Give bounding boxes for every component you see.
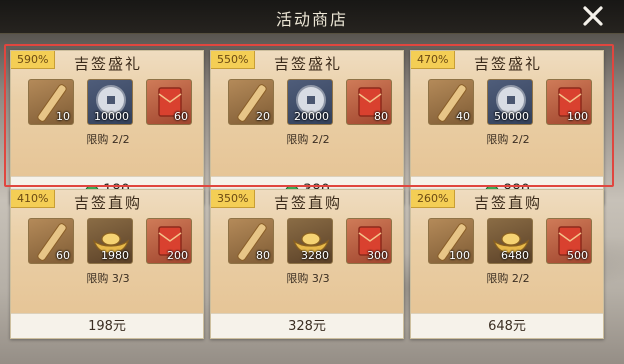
item-qty: 60	[56, 249, 70, 262]
item-qty: 100	[449, 249, 470, 262]
direct-pack-card[interactable]: 350% 吉签直购 80 3280 300 限购 3/3 328元	[210, 189, 404, 339]
item-qty: 10000	[94, 110, 129, 123]
item-slot[interactable]: 6480	[487, 218, 533, 264]
pack-title: 吉签盛礼	[73, 55, 142, 73]
item-qty: 3280	[301, 249, 329, 262]
purchase-limit: 限购 2/2	[86, 133, 130, 146]
item-slot[interactable]: 10	[28, 79, 74, 125]
direct-pack-card[interactable]: 410% 吉签直购 60 1980 200 限购 3/3 198元	[10, 189, 204, 339]
item-slot[interactable]: 50000	[487, 79, 533, 125]
price-button[interactable]: 328元	[211, 313, 403, 338]
item-slot[interactable]: 60	[28, 218, 74, 264]
purchase-limit: 限购 2/2	[486, 133, 530, 146]
item-qty: 6480	[501, 249, 529, 262]
item-qty: 20	[256, 110, 270, 123]
item-qty: 80	[256, 249, 270, 262]
item-qty: 10	[56, 110, 70, 123]
item-qty: 200	[167, 249, 188, 262]
purchase-limit: 限购 3/3	[286, 272, 330, 285]
item-slot[interactable]: 10000	[87, 79, 133, 125]
window-title: 活动商店	[275, 10, 348, 29]
item-slot[interactable]: 3280	[287, 218, 333, 264]
item-qty: 500	[567, 249, 588, 262]
pack-title: 吉签盛礼	[473, 55, 542, 73]
pack-title: 吉签直购	[73, 194, 142, 212]
item-qty: 50000	[494, 110, 529, 123]
item-slot[interactable]: 200	[146, 218, 192, 264]
close-button[interactable]	[580, 3, 606, 29]
event-pack-card[interactable]: 590% 吉签盛礼 10 10000 60 限购 2/2 180	[10, 50, 204, 204]
item-qty: 80	[374, 110, 388, 123]
item-slot[interactable]: 60	[146, 79, 192, 125]
item-qty: 1980	[101, 249, 129, 262]
purchase-limit: 限购 2/2	[286, 133, 330, 146]
event-pack-card[interactable]: 550% 吉签盛礼 20 20000 80 限购 2/2 380	[210, 50, 404, 204]
direct-pack-card[interactable]: 260% 吉签直购 100 6480 500 限购 2/2 648元	[410, 189, 604, 339]
event-pack-card[interactable]: 470% 吉签盛礼 40 50000 100 限购 2/2 880	[410, 50, 604, 204]
item-slot[interactable]: 100	[428, 218, 474, 264]
pack-title: 吉签直购	[273, 194, 342, 212]
item-slot[interactable]: 300	[346, 218, 392, 264]
item-qty: 100	[567, 110, 588, 123]
price-button[interactable]: 198元	[11, 313, 203, 338]
price-button[interactable]: 648元	[411, 313, 603, 338]
item-slot[interactable]: 500	[546, 218, 592, 264]
item-slot[interactable]: 80	[346, 79, 392, 125]
close-x-icon	[583, 6, 603, 26]
item-qty: 20000	[294, 110, 329, 123]
title-bar: 活动商店	[0, 0, 624, 34]
item-slot[interactable]: 1980	[87, 218, 133, 264]
item-slot[interactable]: 20000	[287, 79, 333, 125]
item-slot[interactable]: 20	[228, 79, 274, 125]
pack-title: 吉签直购	[473, 194, 542, 212]
item-qty: 300	[367, 249, 388, 262]
item-slot[interactable]: 100	[546, 79, 592, 125]
item-qty: 60	[174, 110, 188, 123]
purchase-limit: 限购 3/3	[86, 272, 130, 285]
item-qty: 40	[456, 110, 470, 123]
item-slot[interactable]: 80	[228, 218, 274, 264]
purchase-limit: 限购 2/2	[486, 272, 530, 285]
pack-title: 吉签盛礼	[273, 55, 342, 73]
item-slot[interactable]: 40	[428, 79, 474, 125]
